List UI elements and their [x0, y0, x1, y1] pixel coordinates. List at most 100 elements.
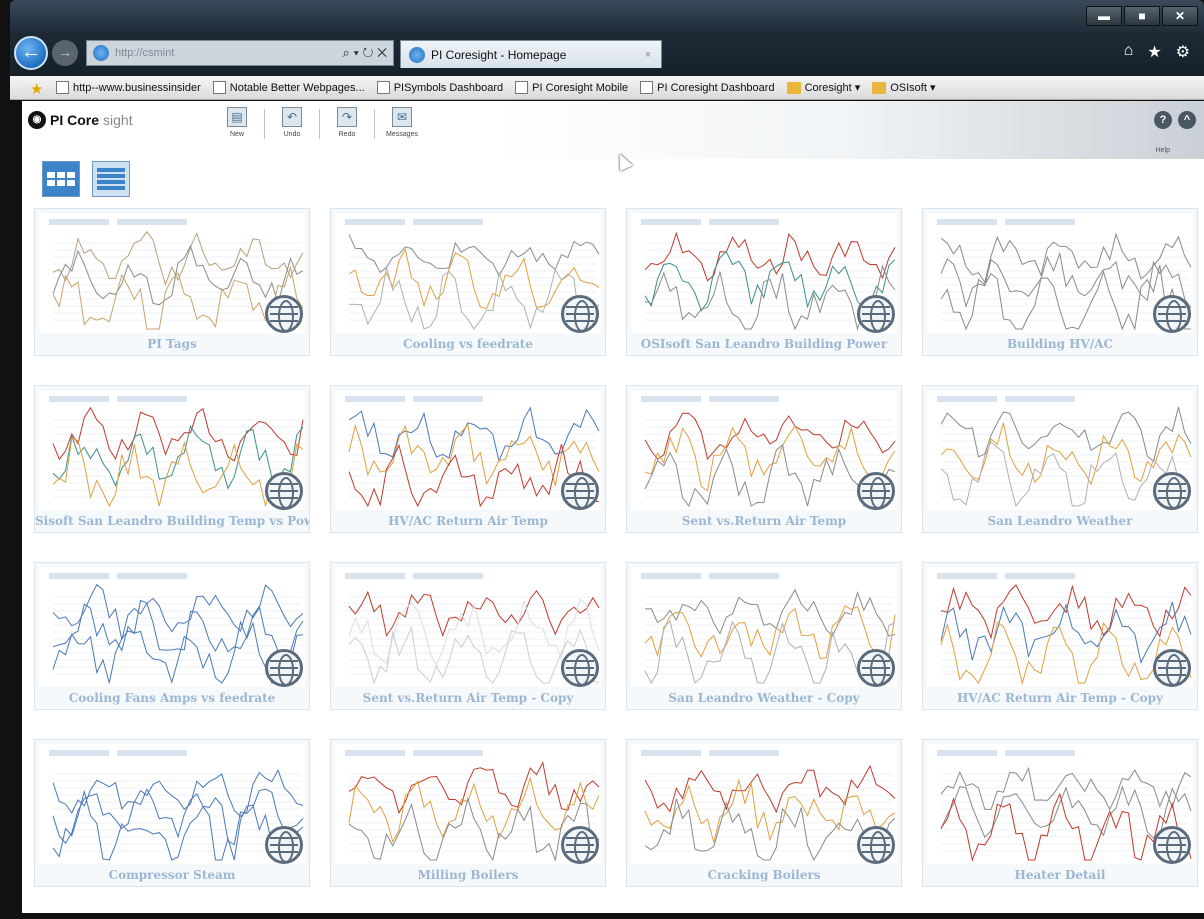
display-tile[interactable]: Heater Detail: [922, 739, 1198, 887]
display-tile[interactable]: Cooling Fans Amps vs feedrate: [34, 562, 310, 710]
globe-icon: [561, 472, 599, 510]
favorite-folder[interactable]: OSIsoft ▾: [872, 81, 936, 94]
coresight-logo: ◉ PI Core sight: [28, 111, 133, 129]
window-controls: ▬ ■ ✕: [1086, 6, 1198, 26]
tab-title: PI Coresight - Homepage: [431, 47, 567, 62]
display-tile[interactable]: Building HV/AC: [922, 208, 1198, 356]
display-tile[interactable]: San Leandro Weather: [922, 385, 1198, 533]
grid-icon: [47, 172, 75, 186]
maximize-button[interactable]: ■: [1124, 6, 1160, 26]
tile-title: Sisoft San Leandro Building Temp vs Powe: [35, 514, 309, 528]
favorite-folder[interactable]: Coresight ▾: [786, 81, 860, 94]
tile-view-button[interactable]: [42, 161, 80, 197]
folder-icon: [786, 81, 801, 94]
browser-right-icons: ⌂ ★ ⚙: [1124, 42, 1190, 62]
globe-icon: [265, 649, 303, 687]
tile-title: Cooling Fans Amps vs feedrate: [68, 691, 276, 705]
tile-title: OSIsoft San Leandro Building Power: [640, 337, 888, 351]
address-tools[interactable]: ⌕ ▾ ↻ ✕: [343, 45, 393, 61]
coresight-tab-icon: [409, 46, 425, 63]
display-tile[interactable]: Sent vs.Return Air Temp - Copy: [330, 562, 606, 710]
help-label: Help: [1155, 147, 1170, 154]
favorite-item[interactable]: Notable Better Webpages...: [212, 81, 365, 94]
favorite-item[interactable]: http--www.businessinsider: [56, 81, 201, 94]
osisoft-logo-icon: ◉: [28, 111, 46, 129]
redo-icon: ↷: [337, 107, 357, 127]
display-tile[interactable]: Cracking Boilers: [626, 739, 902, 887]
coresight-app: ◉ PI Core sight ▤ New ↶ Undo ↷ Redo ✉ Me…: [22, 101, 1204, 913]
back-button[interactable]: ←: [14, 36, 48, 70]
tile-title: Cooling vs feedrate: [403, 337, 533, 351]
app-toolbar: ▤ New ↶ Undo ↷ Redo ✉ Messages: [218, 107, 421, 139]
tile-title: Compressor Steam: [108, 868, 236, 882]
folder-icon: [872, 81, 887, 94]
tile-title: Heater Detail: [1014, 868, 1106, 882]
new-icon: ▤: [227, 107, 247, 127]
globe-icon: [561, 649, 599, 687]
display-tile[interactable]: Milling Boilers: [330, 739, 606, 887]
home-icon[interactable]: ⌂: [1124, 42, 1134, 62]
close-button[interactable]: ✕: [1162, 6, 1198, 26]
favorite-item[interactable]: PI Coresight Dashboard: [640, 81, 775, 94]
collapse-button[interactable]: ^: [1178, 111, 1196, 129]
help-area: ? ^: [1154, 111, 1196, 129]
page-icon: [515, 81, 529, 94]
display-tile[interactable]: HV/AC Return Air Temp: [330, 385, 606, 533]
tile-title: Milling Boilers: [417, 868, 519, 882]
page-icon: [376, 81, 390, 94]
tile-title: HV/AC Return Air Temp: [388, 514, 548, 528]
favorites-bar: http--www.businessinsider Notable Better…: [10, 76, 1204, 100]
globe-icon: [561, 295, 599, 333]
tile-title: San Leandro Weather: [987, 514, 1133, 528]
globe-icon: [857, 649, 895, 687]
messages-button[interactable]: ✉ Messages: [383, 107, 421, 139]
gear-icon[interactable]: ⚙: [1176, 42, 1190, 62]
tile-title: HV/AC Return Air Temp - Copy: [956, 691, 1164, 705]
favorite-item[interactable]: PI Coresight Mobile: [515, 81, 628, 94]
list-view-button[interactable]: [92, 161, 130, 197]
address-bar[interactable]: http://csmint ⌕ ▾ ↻ ✕: [86, 40, 394, 66]
globe-icon: [857, 295, 895, 333]
globe-icon: [265, 826, 303, 864]
display-tile[interactable]: HV/AC Return Air Temp - Copy: [922, 562, 1198, 710]
page-icon: [212, 81, 226, 94]
messages-icon: ✉: [392, 107, 412, 127]
browser-window: ▬ ■ ✕ ← → http://csmint ⌕ ▾ ↻ ✕ PI Cores…: [0, 0, 1204, 919]
display-tile[interactable]: OSIsoft San Leandro Building Power: [626, 208, 902, 356]
tile-title: PI Tags: [147, 337, 197, 351]
page-icon: [640, 81, 654, 94]
globe-icon: [1153, 826, 1191, 864]
globe-icon: [857, 826, 895, 864]
display-tile[interactable]: Cooling vs feedrate: [330, 208, 606, 356]
tab-close-icon[interactable]: ×: [645, 49, 651, 61]
undo-icon: ↶: [282, 107, 302, 127]
tile-title: Building HV/AC: [1006, 337, 1114, 351]
display-tile[interactable]: PI Tags: [34, 208, 310, 356]
tile-title: San Leandro Weather - Copy: [668, 691, 860, 705]
forward-button[interactable]: →: [52, 40, 78, 66]
address-url[interactable]: http://csmint: [115, 47, 174, 59]
ie-page-icon: [93, 45, 109, 61]
display-tile[interactable]: Sisoft San Leandro Building Temp vs Powe: [34, 385, 310, 533]
favorite-item[interactable]: PISymbols Dashboard: [376, 81, 503, 94]
new-button[interactable]: ▤ New: [218, 107, 256, 139]
redo-button[interactable]: ↷ Redo: [328, 107, 366, 139]
tile-title: Sent vs.Return Air Temp: [681, 514, 847, 528]
favorites-star-icon[interactable]: ★: [30, 80, 43, 98]
help-button[interactable]: ?: [1154, 111, 1172, 129]
globe-icon: [561, 826, 599, 864]
view-toggles: [42, 161, 130, 197]
minimize-button[interactable]: ▬: [1086, 6, 1122, 26]
globe-icon: [265, 295, 303, 333]
display-tile[interactable]: Sent vs.Return Air Temp: [626, 385, 902, 533]
display-tile[interactable]: San Leandro Weather - Copy: [626, 562, 902, 710]
favorites-star-icon[interactable]: ★: [1147, 42, 1161, 62]
undo-button[interactable]: ↶ Undo: [273, 107, 311, 139]
tab-homepage[interactable]: PI Coresight - Homepage ×: [400, 40, 662, 68]
globe-icon: [1153, 649, 1191, 687]
display-tile[interactable]: Compressor Steam: [34, 739, 310, 887]
page-icon: [56, 81, 69, 94]
globe-icon: [1153, 472, 1191, 510]
globe-icon: [857, 472, 895, 510]
tile-title: Cracking Boilers: [707, 868, 821, 882]
